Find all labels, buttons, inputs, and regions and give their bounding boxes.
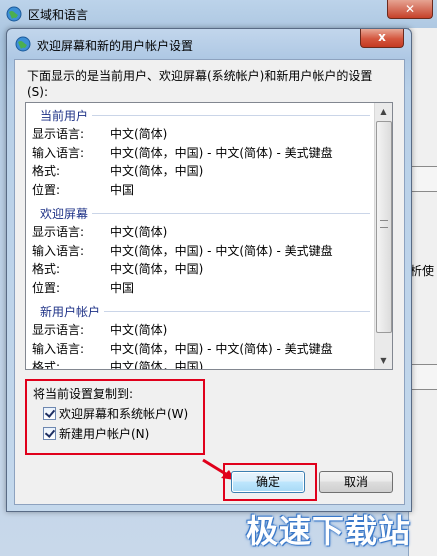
setting-label: 位置: xyxy=(32,280,61,295)
section-header-label: 欢迎屏幕 xyxy=(40,205,93,222)
setting-label: 格式: xyxy=(32,164,61,178)
setting-label: 格式: xyxy=(32,262,61,276)
grip-icon xyxy=(380,220,388,228)
setting-value: 中文(简体) xyxy=(110,225,168,239)
list-item: 位置: 中国 xyxy=(26,179,374,198)
copy-settings-group: 将当前设置复制到: 欢迎屏幕和系统帐户(W) 新建用户帐户(N) xyxy=(25,379,205,455)
background-window-title: 区域和语言 xyxy=(28,8,89,22)
background-window-panel xyxy=(408,28,437,556)
checkbox-checked-icon[interactable] xyxy=(43,407,56,420)
welcome-screen-checkbox[interactable]: 欢迎屏幕和系统帐户(W) xyxy=(43,405,188,421)
background-button[interactable] xyxy=(410,364,437,390)
background-close-button[interactable]: ✕ xyxy=(387,0,433,19)
setting-value: 中文(简体) xyxy=(110,323,168,337)
list-item: 格式: 中文(简体，中国) xyxy=(26,356,374,370)
setting-label: 输入语言: xyxy=(32,145,85,160)
checkbox-label: 新建用户帐户(N) xyxy=(59,427,150,441)
scroll-down-arrow-icon[interactable]: ▼ xyxy=(375,352,392,369)
list-item: 位置: 中国 xyxy=(26,277,374,296)
list-item: 显示语言: 中文(简体) xyxy=(26,221,374,240)
section-header: 当前用户 xyxy=(26,103,374,124)
globe-icon xyxy=(15,36,31,52)
background-side-text: 析使 xyxy=(410,264,435,278)
settings-list: 当前用户显示语言: 中文(简体) 输入语言: 中文(简体，中国) - 中文(简体) -… xyxy=(26,103,374,370)
setting-value: 中国 xyxy=(110,280,135,295)
settings-description: 下面显示的是当前用户、欢迎屏幕(系统帐户)和新用户帐户的设置(S): xyxy=(27,69,373,99)
checkbox-label: 欢迎屏幕和系统帐户(W) xyxy=(59,407,189,421)
setting-label: 位置: xyxy=(32,182,61,197)
setting-label: 格式: xyxy=(32,360,61,370)
setting-value: 中文(简体，中国) - 中文(简体) - 美式键盘 xyxy=(110,341,333,356)
background-button[interactable] xyxy=(410,166,437,192)
dialog-client-area: 下面显示的是当前用户、欢迎屏幕(系统帐户)和新用户帐户的设置(S): 当前用户显… xyxy=(14,59,405,505)
section-header-label: 新用户帐户 xyxy=(40,303,105,320)
list-item: 格式: 中文(简体，中国) xyxy=(26,258,374,277)
ok-button[interactable]: 确定 xyxy=(231,471,305,493)
list-item: 显示语言: 中文(简体) xyxy=(26,319,374,338)
list-item: 格式: 中文(简体，中国) xyxy=(26,160,374,179)
setting-value: 中国 xyxy=(110,182,135,197)
setting-value: 中文(简体，中国) xyxy=(110,262,204,276)
setting-label: 输入语言: xyxy=(32,243,85,258)
list-item: 输入语言: 中文(简体，中国) - 中文(简体) - 美式键盘 xyxy=(26,338,374,357)
cancel-button[interactable]: 取消 xyxy=(319,471,393,493)
checkbox-checked-icon[interactable] xyxy=(43,427,56,440)
new-user-checkbox[interactable]: 新建用户帐户(N) xyxy=(43,425,149,441)
setting-label: 显示语言: xyxy=(32,225,85,239)
setting-value: 中文(简体，中国) - 中文(简体) - 美式键盘 xyxy=(110,145,333,160)
setting-value: 中文(简体，中国) - 中文(简体) - 美式键盘 xyxy=(110,243,333,258)
scroll-up-arrow-icon[interactable]: ▲ xyxy=(375,103,392,120)
welcome-screen-settings-dialog: 欢迎屏幕和新的用户帐户设置 x 下面显示的是当前用户、欢迎屏幕(系统帐户)和新用… xyxy=(6,28,412,512)
watermark-logo: 极速下载站 xyxy=(246,512,412,550)
setting-label: 显示语言: xyxy=(32,127,85,141)
globe-icon xyxy=(6,6,22,22)
list-item: 输入语言: 中文(简体，中国) - 中文(简体) - 美式键盘 xyxy=(26,240,374,259)
setting-label: 输入语言: xyxy=(32,341,85,356)
section-header: 欢迎屏幕 xyxy=(26,201,374,222)
setting-label: 显示语言: xyxy=(32,323,85,337)
settings-listbox[interactable]: 当前用户显示语言: 中文(简体) 输入语言: 中文(简体，中国) - 中文(简体) -… xyxy=(25,102,393,370)
vertical-scrollbar[interactable]: ▲ ▼ xyxy=(374,103,392,369)
section-header: 新用户帐户 xyxy=(26,299,374,320)
list-item: 显示语言: 中文(简体) xyxy=(26,123,374,142)
section-header-label: 当前用户 xyxy=(40,107,93,124)
dialog-close-button[interactable]: x xyxy=(360,29,404,48)
list-item: 输入语言: 中文(简体，中国) - 中文(简体) - 美式键盘 xyxy=(26,142,374,161)
scroll-thumb[interactable] xyxy=(376,121,392,333)
copy-settings-title: 将当前设置复制到: xyxy=(33,387,134,401)
setting-value: 中文(简体，中国) xyxy=(110,164,204,178)
setting-value: 中文(简体) xyxy=(110,127,168,141)
dialog-title: 欢迎屏幕和新的用户帐户设置 xyxy=(37,39,194,53)
setting-value: 中文(简体，中国) xyxy=(110,360,204,370)
